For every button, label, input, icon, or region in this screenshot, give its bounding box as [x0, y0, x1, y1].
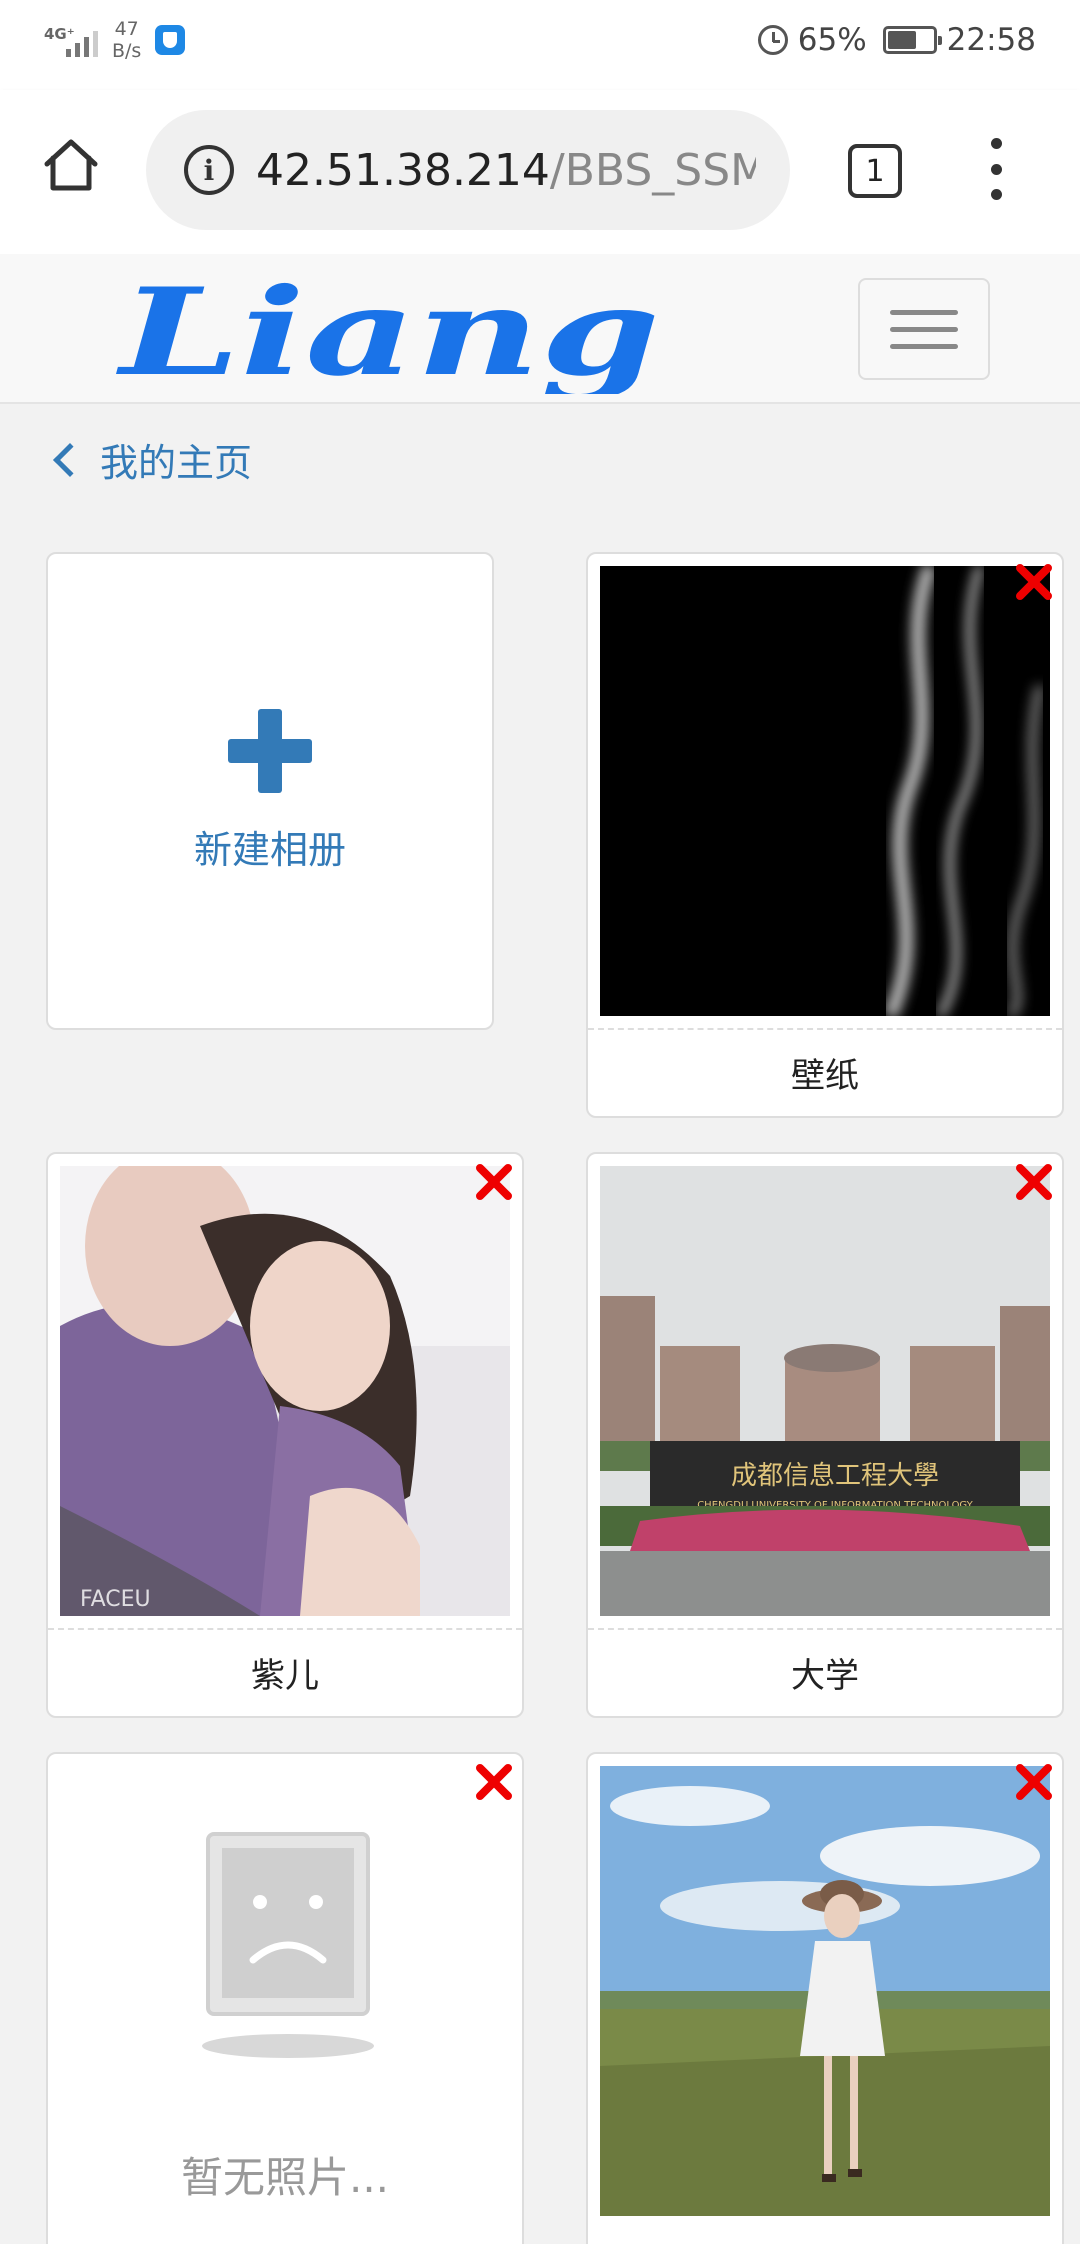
- back-link-label: 我的主页: [100, 441, 253, 485]
- browser-toolbar: i 42.51.38.214/BBS_SSM 1: [0, 90, 1080, 254]
- plus-icon: [228, 708, 312, 793]
- battery-icon: [882, 26, 942, 54]
- album-card[interactable]: 成都信息工程大學 CHENGDU UNIVERSITY OF INFORMATI…: [586, 1152, 1064, 1718]
- network-type: 4G⁺: [44, 25, 75, 43]
- home-icon[interactable]: [42, 136, 100, 194]
- address-bar[interactable]: i 42.51.38.214/BBS_SSM: [146, 110, 790, 230]
- new-album-card[interactable]: 新建相册: [46, 552, 494, 1030]
- album-title: 大学: [588, 1628, 1062, 1714]
- info-icon[interactable]: i: [184, 145, 234, 195]
- more-icon[interactable]: [984, 138, 1008, 200]
- album-title: 紫儿: [48, 1628, 522, 1714]
- chevron-left-icon: [53, 442, 87, 477]
- album-card[interactable]: 壁纸: [586, 552, 1064, 1118]
- logo-text: Liang: [116, 264, 660, 394]
- close-icon[interactable]: [476, 1764, 512, 1800]
- close-icon[interactable]: [1016, 564, 1052, 600]
- photo-sign-text: 成都信息工程大學: [731, 1461, 939, 1491]
- site-navbar: Liang: [0, 254, 1080, 404]
- album-card[interactable]: [586, 1752, 1064, 2244]
- site-logo[interactable]: Liang: [110, 264, 670, 394]
- close-icon[interactable]: [1016, 1764, 1052, 1800]
- shield-icon: [155, 25, 186, 55]
- new-album-label: 新建相册: [193, 827, 346, 872]
- network-speed: 47 B/s: [112, 18, 142, 62]
- back-link[interactable]: 我的主页: [50, 432, 252, 487]
- signal-icon: 4G⁺: [44, 23, 98, 57]
- album-cover-image[interactable]: 成都信息工程大學 CHENGDU UNIVERSITY OF INFORMATI…: [600, 1166, 1050, 1616]
- menu-toggle-button[interactable]: [858, 278, 990, 380]
- status-right: 65% 22:58: [757, 22, 1036, 58]
- url-text[interactable]: 42.51.38.214/BBS_SSM: [256, 145, 756, 196]
- clock: 22:58: [946, 22, 1036, 58]
- album-cover-image[interactable]: [600, 1766, 1050, 2216]
- album-card[interactable]: 暂无照片...: [46, 1752, 524, 2244]
- album-title: 壁纸: [588, 1028, 1062, 1114]
- photo-watermark: FACEU: [80, 1587, 151, 1612]
- alarm-icon: [757, 25, 788, 55]
- no-photo-label: 暂无照片...: [180, 2153, 390, 2202]
- album-cover-image[interactable]: [600, 566, 1050, 1016]
- status-left: 4G⁺ 47 B/s: [44, 18, 186, 62]
- status-bar: 4G⁺ 47 B/s 65% 22:58: [0, 0, 1080, 90]
- close-icon[interactable]: [1016, 1164, 1052, 1200]
- no-photo-icon: [202, 1832, 374, 2058]
- close-icon[interactable]: [476, 1164, 512, 1200]
- tabs-icon[interactable]: 1: [848, 144, 902, 198]
- battery-percent: 65%: [797, 22, 867, 58]
- album-cover-image[interactable]: FACEU: [60, 1166, 510, 1616]
- album-card[interactable]: FACEU 紫儿: [46, 1152, 524, 1718]
